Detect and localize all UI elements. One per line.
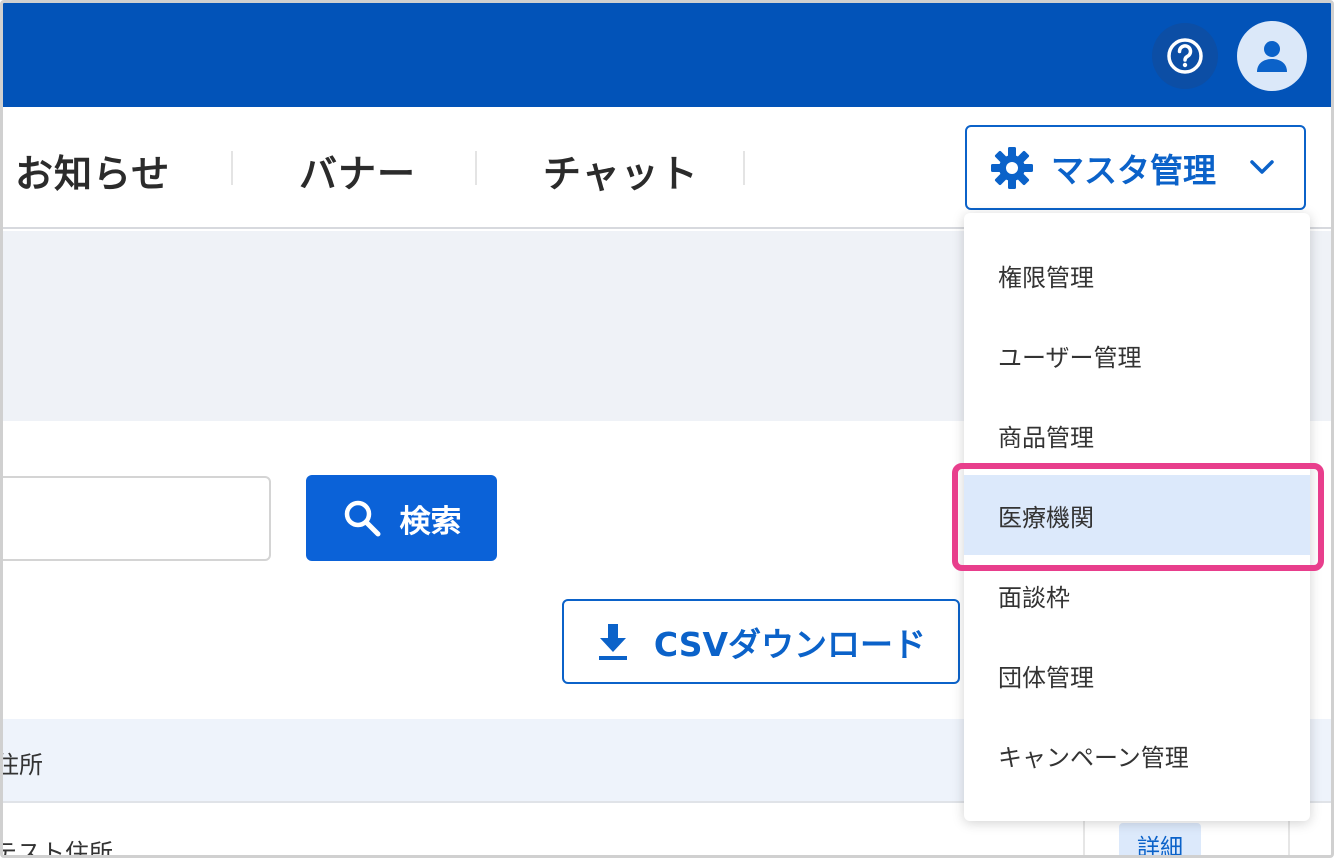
search-button[interactable]: 検索	[306, 475, 497, 561]
user-avatar-button[interactable]	[1237, 21, 1307, 91]
csv-download-label: CSVダウンロード	[653, 624, 927, 664]
search-icon	[344, 500, 380, 537]
search-input[interactable]	[3, 476, 271, 561]
help-circle-icon	[1167, 38, 1203, 74]
help-button[interactable]	[1152, 23, 1218, 89]
gear-icon	[991, 146, 1033, 189]
menu-item-users[interactable]: ユーザー管理	[964, 315, 1310, 395]
nav-item-chat[interactable]: チャット	[543, 143, 699, 198]
download-icon	[598, 623, 627, 660]
detail-button[interactable]: 詳細	[1119, 823, 1201, 855]
app-window: お知らせ バナー チャット マスタ管理 検索 CSVダウンロード 所 テスト住所…	[0, 0, 1334, 858]
menu-item-permissions[interactable]: 権限管理	[964, 235, 1310, 315]
nav-separator	[743, 151, 745, 185]
user-icon	[1257, 41, 1287, 72]
master-management-dropdown: 権限管理 ユーザー管理 商品管理 医療機関 面談枠 団体管理 キャンペーン管理	[964, 213, 1310, 821]
search-button-label: 検索	[399, 503, 462, 540]
nav-separator	[475, 151, 477, 185]
nav-separator	[231, 151, 233, 185]
master-management-label: マスタ管理	[1051, 150, 1216, 190]
menu-item-campaigns[interactable]: キャンペーン管理	[964, 715, 1310, 795]
csv-download-button[interactable]: CSVダウンロード	[562, 599, 960, 684]
cell-address: テスト住所	[0, 839, 113, 858]
nav-item-notices[interactable]: お知らせ	[15, 143, 170, 198]
master-management-button[interactable]: マスタ管理	[965, 125, 1306, 210]
nav-item-banner[interactable]: バナー	[299, 143, 416, 198]
menu-item-meeting-slots[interactable]: 面談枠	[964, 555, 1310, 635]
menu-item-medical-institutions[interactable]: 医療機関	[964, 475, 1310, 555]
menu-item-organizations[interactable]: 団体管理	[964, 635, 1310, 715]
top-header-bar	[3, 3, 1331, 107]
column-header-address: 住所	[3, 751, 43, 779]
chevron-down-icon	[1250, 160, 1274, 174]
menu-item-products[interactable]: 商品管理	[964, 395, 1310, 475]
